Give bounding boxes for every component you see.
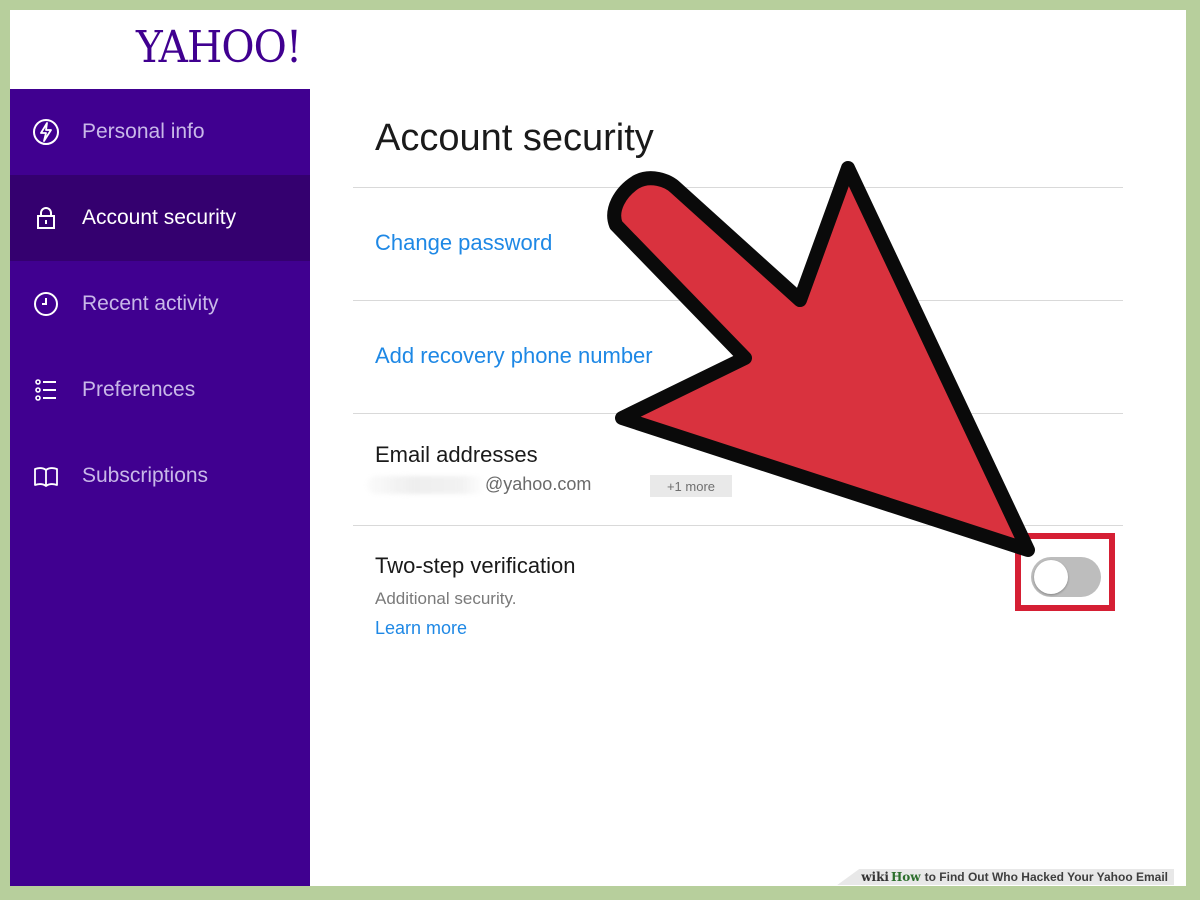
personal-info-icon (32, 118, 60, 146)
two-step-subtitle: Additional security. (375, 589, 517, 608)
sidebar-item-preferences[interactable]: Preferences (10, 347, 310, 433)
footer-text: to Find Out Who Hacked Your Yahoo Email (924, 870, 1168, 884)
lock-icon (32, 204, 60, 232)
sidebar-item-personal-info[interactable]: Personal info (10, 89, 310, 175)
email-address: @yahoo.com (367, 474, 591, 495)
email-addresses-row: Email addresses @yahoo.com +1 more (353, 413, 1123, 526)
more-emails-badge[interactable]: +1 more (650, 475, 732, 497)
learn-more-link[interactable]: Learn more (375, 618, 467, 639)
change-password-row: Change password (353, 187, 1123, 300)
sidebar-item-label: Personal info (82, 120, 205, 143)
sidebar-item-subscriptions[interactable]: Subscriptions (10, 433, 310, 519)
page-title: Account security (375, 117, 654, 159)
screenshot-frame: YAHOO! Personal info Account security Re… (10, 10, 1186, 886)
recovery-phone-row: Add recovery phone number (353, 300, 1123, 413)
sidebar-item-recent-activity[interactable]: Recent activity (10, 261, 310, 347)
main-content: Account security Change password Add rec… (353, 89, 1123, 789)
two-step-row: Two-step verification Additional securit… (353, 525, 1123, 666)
yahoo-logo[interactable]: YAHOO! (136, 22, 302, 73)
footer-brand-prefix: wiki (861, 870, 889, 884)
email-domain: @yahoo.com (485, 474, 592, 494)
list-icon (32, 376, 60, 404)
footer-brand-how: How (890, 870, 921, 884)
add-recovery-phone-link[interactable]: Add recovery phone number (375, 343, 653, 369)
book-icon (32, 462, 60, 490)
sidebar: Personal info Account security Recent ac… (10, 89, 310, 886)
footer-caption: wiki How to Find Out Who Hacked Your Yah… (837, 869, 1174, 885)
highlight-box (1015, 533, 1115, 611)
sidebar-item-label: Preferences (82, 378, 196, 401)
sidebar-item-account-security[interactable]: Account security (10, 175, 310, 261)
sidebar-item-label: Account security (82, 206, 237, 229)
sidebar-item-label: Recent activity (82, 292, 219, 315)
change-password-link[interactable]: Change password (375, 230, 552, 256)
email-addresses-title: Email addresses (375, 442, 538, 467)
clock-icon (32, 290, 60, 318)
two-step-title: Two-step verification (375, 553, 576, 578)
redacted-username (367, 476, 485, 495)
sidebar-item-label: Subscriptions (82, 464, 209, 487)
